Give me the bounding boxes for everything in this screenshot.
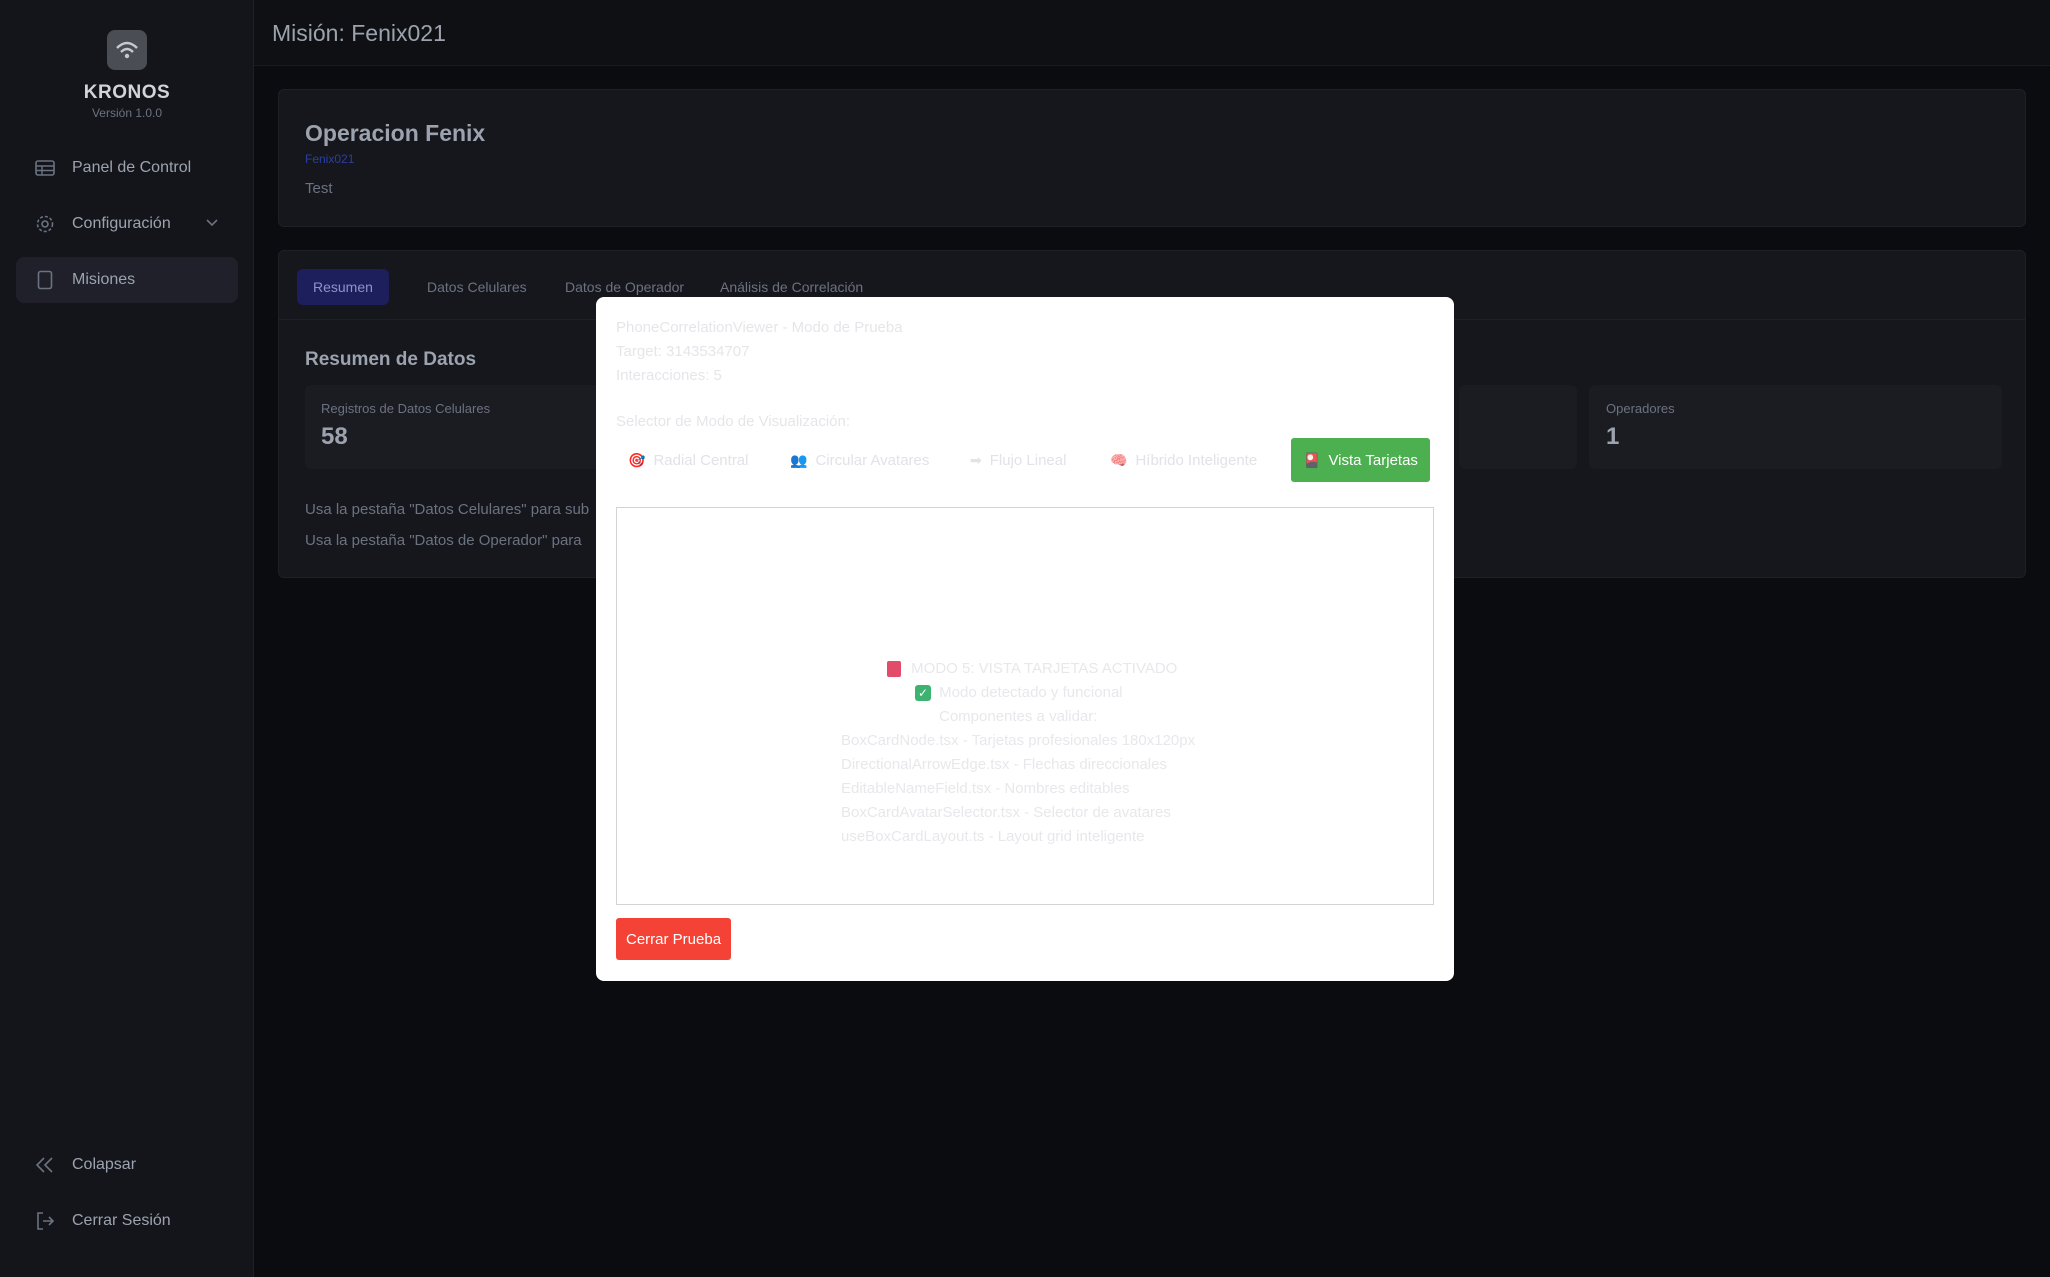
sidebar-item-panel-de-control[interactable]: Panel de Control	[16, 145, 238, 191]
mission-card: Operacion Fenix Fenix021 Test	[278, 89, 2026, 227]
app-version: Versión 1.0.0	[91, 106, 163, 120]
modal-title: PhoneCorrelationViewer - Modo de Prueba	[616, 319, 903, 336]
chevron-down-icon	[204, 214, 220, 235]
mode-label: Híbrido Inteligente	[1135, 451, 1258, 469]
viz-status: Modo detectado y funcional	[939, 684, 1123, 701]
page-title: Misión: Fenix021	[272, 20, 446, 46]
topbar: Misión: Fenix021	[254, 0, 2050, 66]
viz-component-item: EditableNameField.tsx - Nombres editable…	[841, 780, 1130, 797]
wifi-logo-icon	[107, 30, 147, 70]
mode-label: Radial Central	[653, 451, 749, 469]
mode-button-hibrido-inteligente[interactable]: 🧠 Híbrido Inteligente	[1098, 438, 1269, 482]
stat-card-cell-records: Registros de Datos Celulares 58	[305, 385, 635, 469]
logo-block: KRONOS Versión 1.0.0	[0, 30, 254, 120]
viz-component-item: DirectionalArrowEdge.tsx - Flechas direc…	[841, 756, 1167, 773]
tab-datos-celulares[interactable]: Datos Celulares	[411, 269, 543, 305]
mode-button-radial-central[interactable]: 🎯 Radial Central	[616, 438, 760, 482]
viz-component-item: useBoxCardLayout.ts - Layout grid inteli…	[841, 828, 1145, 845]
modal-target: Target: 3143534707	[616, 343, 750, 360]
mode-button-vista-tarjetas[interactable]: 🎴 Vista Tarjetas	[1291, 438, 1430, 482]
mode-label: Flujo Lineal	[989, 451, 1067, 469]
stat-card-partial	[1459, 385, 1577, 469]
logout-icon	[34, 1210, 56, 1232]
cards-icon	[887, 661, 901, 678]
viz-heading: MODO 5: VISTA TARJETAS ACTIVADO	[911, 660, 1178, 677]
test-modal: PhoneCorrelationViewer - Modo de Prueba …	[596, 297, 1454, 981]
viz-component-item: BoxCardAvatarSelector.tsx - Selector de …	[841, 804, 1171, 821]
stat-label: Registros de Datos Celulares	[321, 401, 491, 416]
collapse-button[interactable]: Colapsar	[16, 1142, 238, 1188]
hint-operator-data: Usa la pestaña "Datos de Operador" para	[305, 532, 582, 549]
mode-button-circular-avatares[interactable]: 👥 Circular Avatares	[778, 438, 941, 482]
check-icon: ✓	[915, 685, 931, 702]
modal-interactions: Interacciones: 5	[616, 367, 722, 384]
sidebar-item-configuracion[interactable]: Configuración	[16, 201, 238, 247]
logout-label: Cerrar Sesión	[72, 1212, 171, 1229]
mission-title: Operacion Fenix	[305, 120, 486, 146]
stat-label: Operadores	[1606, 401, 1675, 416]
sidebar-item-label: Configuración	[72, 215, 171, 232]
viz-component-item: BoxCardNode.tsx - Tarjetas profesionales…	[841, 732, 1196, 749]
tablet-icon	[34, 269, 56, 291]
sidebar-item-label: Panel de Control	[72, 159, 192, 176]
brain-icon: 🧠	[1110, 451, 1128, 468]
mission-description: Test	[305, 180, 333, 197]
mode-label: Circular Avatares	[815, 451, 930, 469]
viz-components-label: Componentes a validar:	[939, 708, 1098, 725]
double-chevron-left-icon	[34, 1154, 56, 1176]
stat-value: 1	[1606, 423, 1620, 450]
stat-value: 58	[321, 423, 348, 450]
visualization-area: MODO 5: VISTA TARJETAS ACTIVADO ✓ Modo d…	[616, 507, 1434, 905]
close-test-button[interactable]: Cerrar Prueba	[616, 918, 732, 960]
mode-selector-label: Selector de Modo de Visualización:	[616, 413, 851, 430]
arrow-right-icon: ➡	[970, 451, 982, 468]
summary-title: Resumen de Datos	[305, 349, 477, 370]
table-icon	[34, 157, 56, 179]
sidebar-item-misiones[interactable]: Misiones	[16, 257, 238, 303]
gear-icon	[34, 213, 56, 235]
sidebar: KRONOS Versión 1.0.0 Panel de Control Co…	[0, 0, 254, 1277]
people-icon: 👥	[790, 451, 808, 468]
mission-code: Fenix021	[305, 152, 355, 166]
stat-card-operators: Operadores 1	[1590, 385, 2002, 469]
sidebar-item-label: Misiones	[72, 271, 136, 288]
collapse-label: Colapsar	[72, 1156, 137, 1173]
app-name: KRONOS	[83, 82, 171, 103]
target-icon: 🎯	[628, 451, 646, 468]
hint-cell-data: Usa la pestaña "Datos Celulares" para su…	[305, 501, 590, 518]
mode-button-flujo-lineal[interactable]: ➡ Flujo Lineal	[958, 438, 1078, 482]
viz-status-row: ✓ Modo detectado y funcional	[915, 684, 1123, 702]
tab-resumen[interactable]: Resumen	[297, 269, 389, 305]
viz-heading-row: MODO 5: VISTA TARJETAS ACTIVADO	[887, 660, 1178, 678]
mode-label: Vista Tarjetas	[1328, 451, 1418, 469]
cards-icon: 🎴	[1303, 451, 1321, 468]
logout-button[interactable]: Cerrar Sesión	[16, 1198, 238, 1244]
